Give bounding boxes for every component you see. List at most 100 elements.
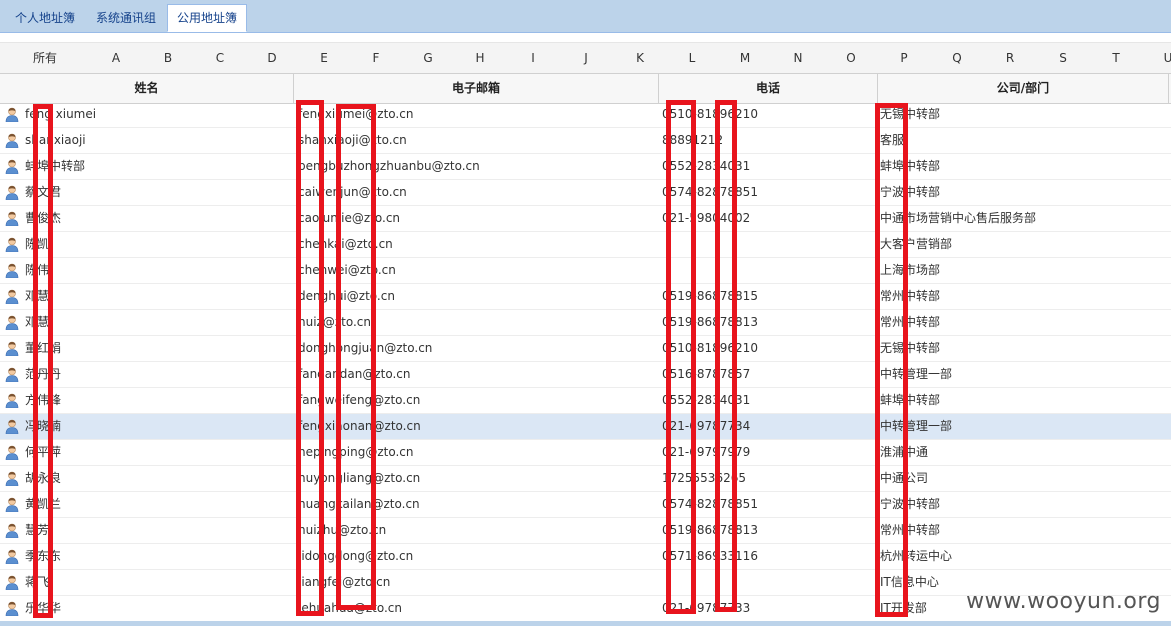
- user-icon: [5, 107, 19, 123]
- contact-department: 淮浦中通: [880, 445, 929, 459]
- contact-row[interactable]: shanxiaoji shanxiaoji@zto.cn 88891212 客服: [0, 128, 1171, 154]
- contact-department: 蚌埠中转部: [880, 159, 941, 173]
- bottom-border: [0, 621, 1171, 626]
- contact-name: 邓慧: [25, 289, 50, 303]
- contact-department: 无锡中转部: [880, 107, 941, 121]
- contact-name: 蔡文君: [25, 185, 62, 199]
- contact-row[interactable]: 蔡文君 caiwenjun@zto.cn 0574-82878851 宁波中转部: [0, 180, 1171, 206]
- user-icon: [5, 575, 19, 591]
- contact-row[interactable]: 曹俊杰 caojunjie@zto.cn 021-59804002 中通市场营销中心售…: [0, 206, 1171, 232]
- contact-department: 常州中转部: [880, 523, 941, 537]
- filter-letter[interactable]: C: [216, 43, 224, 73]
- filter-letter[interactable]: I: [531, 43, 535, 73]
- contact-row[interactable]: 陈伟 chenwei@zto.cn 上海市场部: [0, 258, 1171, 284]
- contact-department: 中通公司: [880, 471, 929, 485]
- filter-letter[interactable]: B: [164, 43, 172, 73]
- redaction-box-email-2: [336, 104, 376, 610]
- alphabet-filter-bar: 所有 A B C D E F G H I J K L M N O P Q R S T U: [0, 42, 1171, 73]
- contact-department: 宁波中转部: [880, 497, 941, 511]
- filter-letter[interactable]: H: [475, 43, 484, 73]
- contact-name: 陈伟: [25, 263, 50, 277]
- contact-department: 常州中转部: [880, 315, 941, 329]
- filter-letter[interactable]: F: [373, 43, 380, 73]
- contact-row[interactable]: 胡永良 huyongliang@zto.cn 17255536265 中通公司: [0, 466, 1171, 492]
- contact-name: 慧芳: [25, 523, 50, 537]
- filter-letter[interactable]: D: [267, 43, 276, 73]
- filter-letter[interactable]: A: [112, 43, 120, 73]
- user-icon: [5, 211, 19, 227]
- filter-letter[interactable]: P: [900, 43, 907, 73]
- filter-letter[interactable]: Q: [952, 43, 961, 73]
- filter-letter[interactable]: S: [1059, 43, 1067, 73]
- user-icon: [5, 549, 19, 565]
- contact-row[interactable]: 何平萍 hepingping@zto.cn 021-69797979 淮浦中通: [0, 440, 1171, 466]
- contact-name: 曹俊杰: [25, 211, 62, 225]
- redaction-box-phone-1: [666, 100, 696, 614]
- contact-row[interactable]: 方伟锋 fangweifeng@zto.cn 0552-2834031 蚌埠中转部: [0, 388, 1171, 414]
- contact-row[interactable]: feng xiumei fengxiumei@zto.cn 0510-8189621…: [0, 102, 1171, 128]
- user-icon: [5, 601, 19, 617]
- grid-header: 姓名 电子邮箱 电话 公司/部门: [0, 73, 1171, 104]
- contact-row[interactable]: 蚌埠中转部 bengbuzhongzhuanbu@zto.cn 0552-28340…: [0, 154, 1171, 180]
- contact-row[interactable]: 范丹丹 fandandan@zto.cn 0516-8787857 中转管理一部: [0, 362, 1171, 388]
- user-icon: [5, 159, 19, 175]
- watermark: www.wooyun.org: [966, 589, 1161, 614]
- contact-row[interactable]: 陈凯 chenkai@zto.cn 大客户营销部: [0, 232, 1171, 258]
- contact-row[interactable]: 季东东 jidongdong@zto.cn 0571-86933116 杭州转运中心: [0, 544, 1171, 570]
- redaction-box-email-1: [296, 100, 324, 616]
- contact-row[interactable]: 冯晓楠 fengxiaonan@zto.cn 021-69787734 中转管理一部: [0, 414, 1171, 440]
- contact-department: 宁波中转部: [880, 185, 941, 199]
- filter-letter[interactable]: R: [1006, 43, 1014, 73]
- redaction-box-phone-2: [715, 100, 737, 612]
- column-header-department[interactable]: 公司/部门: [878, 74, 1169, 103]
- filter-letter[interactable]: U: [1164, 43, 1171, 73]
- user-icon: [5, 367, 19, 383]
- contact-row[interactable]: 慧芳 huizhu@zto.cn 0519-86878813 常州中转部: [0, 518, 1171, 544]
- tab-public-addressbook[interactable]: 公用地址簿: [167, 4, 248, 32]
- contact-name: 乐华华: [25, 601, 62, 615]
- filter-letter[interactable]: K: [636, 43, 644, 73]
- contact-name: 董红娟: [25, 341, 62, 355]
- user-icon: [5, 445, 19, 461]
- contact-row[interactable]: 董红娟 donghongjuan@zto.cn 0510-81896210 无锡中转部: [0, 336, 1171, 362]
- contact-name: 季东东: [25, 549, 62, 563]
- filter-letter[interactable]: L: [689, 43, 696, 73]
- tab-personal-addressbook[interactable]: 个人地址簿: [6, 5, 84, 31]
- contact-name: 蒋飞: [25, 575, 50, 589]
- contact-name: 蚌埠中转部: [25, 159, 86, 173]
- column-header-phone[interactable]: 电话: [659, 74, 878, 103]
- user-icon: [5, 185, 19, 201]
- tab-bar: 个人地址簿 系统通讯组 公用地址簿: [0, 0, 1171, 33]
- user-icon: [5, 341, 19, 357]
- user-icon: [5, 263, 19, 279]
- filter-letter[interactable]: E: [320, 43, 328, 73]
- redaction-box-name: [33, 104, 53, 618]
- user-icon: [5, 289, 19, 305]
- user-icon: [5, 133, 19, 149]
- contact-name: shanxiaoji: [25, 133, 86, 147]
- filter-letter[interactable]: T: [1112, 43, 1119, 73]
- contact-name: 方伟锋: [25, 393, 62, 407]
- contact-name: 黄凯兰: [25, 497, 62, 511]
- contact-name: 邓慧: [25, 315, 50, 329]
- filter-letter[interactable]: G: [423, 43, 432, 73]
- contact-row[interactable]: 邓慧 denghui@zto.cn 0519-86878815 常州中转部: [0, 284, 1171, 310]
- filter-letter[interactable]: O: [846, 43, 855, 73]
- user-icon: [5, 315, 19, 331]
- filter-all[interactable]: 所有: [33, 43, 57, 73]
- user-icon: [5, 393, 19, 409]
- contact-row[interactable]: 黄凯兰 huangkailan@zto.cn 0574-82878851 宁波中转部: [0, 492, 1171, 518]
- column-header-email[interactable]: 电子邮箱: [294, 74, 659, 103]
- contact-row[interactable]: 邓慧 huiz@zto.cn 0519-86878813 常州中转部: [0, 310, 1171, 336]
- filter-letter[interactable]: M: [740, 43, 750, 73]
- user-icon: [5, 471, 19, 487]
- contact-department: 中转管理一部: [880, 367, 953, 381]
- column-header-name[interactable]: 姓名: [0, 74, 294, 103]
- filter-letter[interactable]: N: [794, 43, 803, 73]
- contact-department: 无锡中转部: [880, 341, 941, 355]
- contact-department: 客服: [880, 133, 905, 147]
- contact-name: feng xiumei: [25, 107, 97, 121]
- contact-department: 中转管理一部: [880, 419, 953, 433]
- filter-letter[interactable]: J: [584, 43, 588, 73]
- tab-system-groups[interactable]: 系统通讯组: [87, 5, 165, 31]
